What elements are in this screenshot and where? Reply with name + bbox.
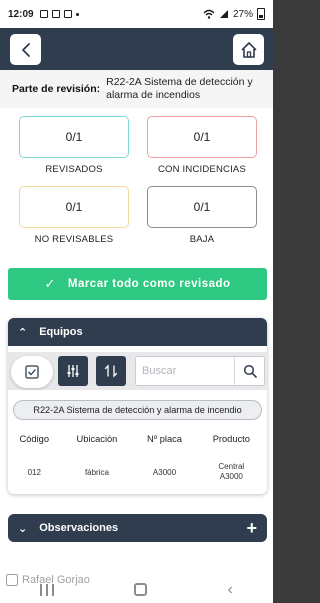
gallery-icon: [51, 10, 60, 18]
back-nav-icon[interactable]: ‹: [228, 581, 233, 599]
status-right: 27%: [203, 8, 265, 20]
home-icon: [240, 41, 257, 58]
notification-icons: [39, 10, 79, 18]
counter-label-no-revisables: NO REVISABLES: [34, 234, 114, 245]
watermark: Rafael Gorjao: [6, 574, 90, 586]
column-header-codigo[interactable]: Código: [8, 426, 61, 452]
counter-value: 0/1: [65, 130, 83, 144]
chevron-up-icon: ⌃: [18, 326, 28, 339]
revision-label: Parte de revisión:: [12, 83, 101, 95]
checkbox-icon: [25, 365, 39, 379]
table-row[interactable]: 012 fábrica A3000 Central A3000: [8, 452, 267, 492]
sort-button[interactable]: [96, 356, 126, 386]
search-box: [135, 356, 265, 386]
column-header-producto[interactable]: Producto: [196, 426, 267, 452]
counter-label-baja: BAJA: [189, 234, 215, 245]
back-button[interactable]: [10, 34, 41, 65]
cell-producto-text: Central A3000: [218, 462, 245, 481]
status-time: 12:09: [8, 8, 34, 20]
mark-all-reviewed-button[interactable]: ✓ Marcar todo como revisado: [8, 268, 267, 300]
signal-icon: [219, 10, 228, 18]
equipos-table: Código Ubicación Nº placa Producto 012 f…: [8, 426, 267, 492]
battery-icon: [257, 8, 265, 20]
counter-no-revisables[interactable]: 0/1: [19, 186, 129, 228]
search-input[interactable]: [136, 358, 234, 384]
cell-placa: A3000: [152, 467, 177, 477]
counter-label-revisados: REVISADOS: [45, 164, 103, 175]
revision-value: R22-2A Sistema de detección y alarma de …: [106, 75, 253, 101]
dot-icon: [75, 12, 79, 16]
search-icon: [243, 364, 257, 378]
sort-icon: [104, 364, 118, 378]
home-nav-icon[interactable]: [134, 583, 148, 596]
filter-button[interactable]: [58, 356, 88, 386]
counter-con-incidencias[interactable]: 0/1: [147, 116, 257, 158]
watermark-text: Rafael Gorjao: [22, 574, 90, 586]
counter-revisados[interactable]: 0/1: [19, 116, 129, 158]
status-bar: 12:09 27%: [0, 0, 273, 28]
notification-icon: [39, 10, 48, 18]
equipos-title: Equipos: [39, 326, 83, 338]
observaciones-title: Observaciones: [39, 522, 119, 534]
column-header-placa[interactable]: Nº placa: [133, 426, 195, 452]
counter-value: 0/1: [65, 200, 83, 214]
equipos-header[interactable]: ⌃ Equipos: [8, 318, 267, 346]
cell-codigo: 012: [27, 467, 41, 477]
sliders-icon: [67, 365, 79, 377]
chevron-down-icon: ⌄: [18, 522, 28, 535]
home-button[interactable]: [233, 34, 264, 65]
filter-chip[interactable]: R22-2A Sistema de detección y alarma de …: [13, 400, 262, 420]
check-icon: ✓: [44, 276, 56, 291]
mark-all-label: Marcar todo como revisado: [67, 278, 231, 290]
search-button[interactable]: [234, 357, 264, 385]
top-bar: [0, 28, 273, 70]
table-header-row: Código Ubicación Nº placa Producto: [8, 426, 267, 452]
equipos-toolbar: [8, 352, 267, 390]
counter-value: 0/1: [193, 130, 211, 144]
watermark-icon: [6, 574, 18, 586]
chevron-left-icon: [21, 42, 30, 57]
counter-label-con-incidencias: CON INCIDENCIAS: [158, 164, 246, 175]
counter-value: 0/1: [193, 200, 211, 214]
battery-percent: 27%: [232, 8, 253, 20]
select-all-toggle[interactable]: [11, 356, 53, 388]
plus-icon[interactable]: +: [246, 519, 257, 537]
counter-baja[interactable]: 0/1: [147, 186, 257, 228]
equipos-panel: ⌃ Equipos R22-2A Sistema de detección y …: [8, 318, 267, 494]
column-header-ubicacion[interactable]: Ubicación: [61, 426, 134, 452]
wifi-icon: [203, 9, 215, 19]
app-screen: Parte de revisión: R22-2A Sistema de det…: [0, 28, 273, 603]
notification-icon: [63, 10, 72, 18]
cell-producto: Central A3000: [196, 452, 267, 492]
cell-ubicacion: fábrica: [84, 467, 109, 477]
observaciones-header[interactable]: ⌄ Observaciones +: [8, 514, 267, 542]
revision-info: Parte de revisión: R22-2A Sistema de det…: [0, 70, 273, 108]
